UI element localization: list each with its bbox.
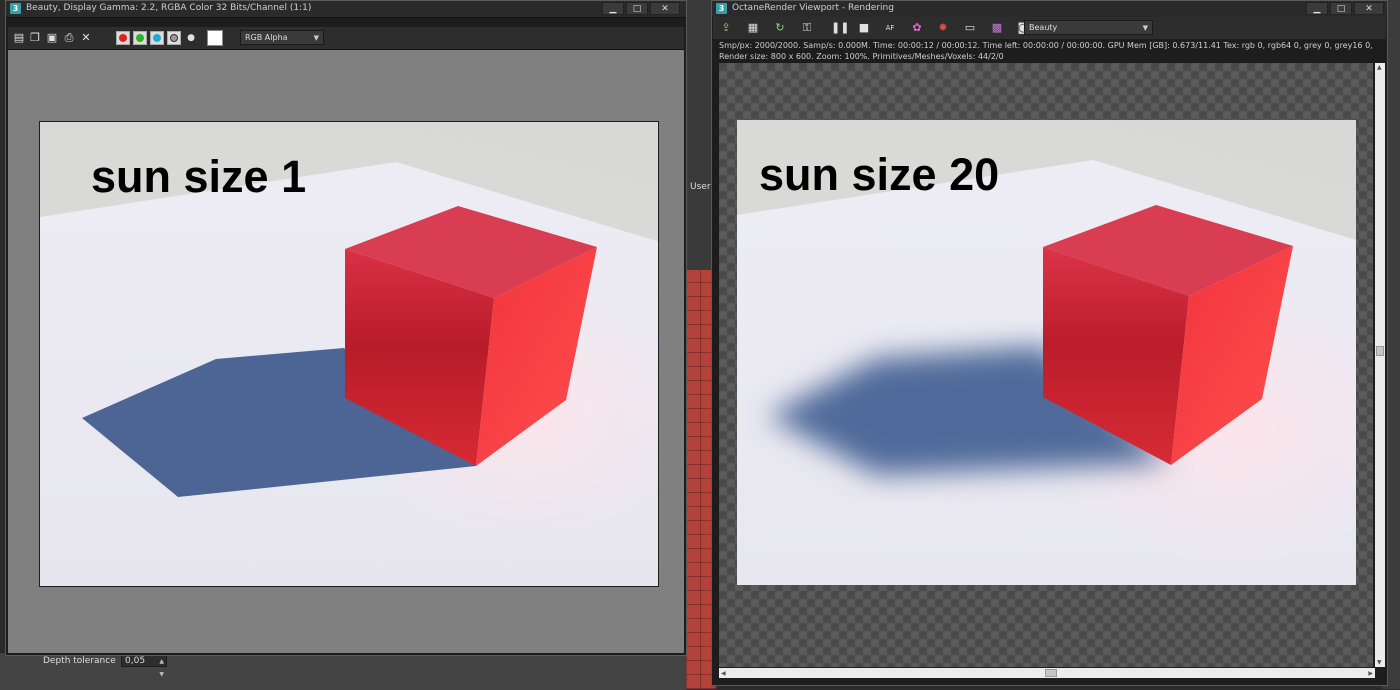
title-bar[interactable]: 3 OctaneRender Viewport - Rendering ▁ □ … (712, 1, 1387, 18)
print-icon[interactable]: ⎙ (62, 31, 76, 45)
red-channel-button[interactable] (116, 31, 130, 45)
pause-icon[interactable]: ❚❚ (831, 21, 849, 35)
app-icon: 3 (716, 3, 727, 14)
title-bar[interactable]: 3 Beauty, Display Gamma: 2.2, RGBA Color… (6, 1, 686, 18)
status-line-1: Smp/px: 2000/2000. Samp/s: 0.000M. Time:… (719, 41, 1373, 50)
rebuild-icon[interactable]: ▦ (746, 21, 760, 35)
mono-channel-button[interactable] (167, 31, 181, 45)
region-icon[interactable]: ✸ (936, 21, 950, 35)
minimize-icon: ▁ (1313, 4, 1321, 14)
clone-icon[interactable]: ▣ (45, 31, 59, 45)
save-icon[interactable]: ▤ (12, 31, 26, 45)
af-icon[interactable]: AF (883, 21, 897, 35)
close-button[interactable]: ✕ (650, 2, 680, 15)
pass-select[interactable]: Beauty ▼ (1024, 20, 1153, 35)
window-frame-top (6, 18, 686, 27)
render-image: sun size 20 (737, 120, 1356, 585)
frame-buffer-canvas: sun size 1 (8, 50, 684, 653)
green-channel-icon (136, 34, 144, 42)
pass-select-value: Beauty (1029, 23, 1058, 32)
green-channel-button[interactable] (133, 31, 147, 45)
app-icon: 3 (10, 3, 21, 14)
channel-select-value: RGB Alpha (245, 33, 288, 42)
scrollbar-thumb[interactable] (1045, 669, 1057, 677)
vertical-scrollbar[interactable]: ▲ ▼ (1375, 63, 1385, 667)
close-button[interactable]: ✕ (1354, 2, 1384, 15)
horizontal-scrollbar[interactable]: ◀ ▶ (719, 668, 1375, 678)
depth-tolerance-value: 0,05 (125, 656, 146, 666)
chevron-down-icon: ▼ (1142, 24, 1148, 32)
minimize-button[interactable]: ▁ (602, 2, 624, 15)
maximize-button[interactable]: □ (626, 2, 648, 15)
copy-icon[interactable]: ❐ (28, 31, 42, 45)
status-line-2: Render size: 800 x 600. Zoom: 100%. Prim… (719, 52, 1004, 61)
lock-icon[interactable]: ⚿ (800, 21, 814, 35)
settings-icon[interactable]: ▭ (963, 21, 977, 35)
send-scene-icon[interactable]: ⇪ (719, 21, 733, 35)
octane-toolbar: ⇪ ▦ ↻ ⚿ ❚❚ ■ AF ✿ ✸ ▭ ▩ ◙ Beauty ▼ (713, 17, 1386, 39)
clear-icon[interactable]: ✕ (79, 31, 93, 45)
maximize-icon: □ (632, 4, 642, 14)
viewport-label[interactable]: User (690, 182, 711, 192)
depth-tolerance-label: Depth tolerance (43, 656, 116, 666)
blue-channel-icon (153, 34, 161, 42)
render-caption: sun size 1 (91, 151, 307, 202)
restart-icon[interactable]: ↻ (773, 21, 787, 35)
maximize-icon: □ (1336, 4, 1346, 14)
spinner-arrows-icon[interactable]: ▲ ▼ (159, 655, 164, 681)
render-caption: sun size 20 (759, 149, 1000, 200)
scroll-up-icon[interactable]: ▲ (1377, 64, 1382, 71)
scroll-right-icon[interactable]: ▶ (1368, 670, 1373, 677)
scrollbar-thumb[interactable] (1376, 346, 1384, 356)
render-image: sun size 1 (39, 121, 659, 587)
window-title: Beauty, Display Gamma: 2.2, RGBA Color 3… (26, 3, 312, 13)
frame-buffer-toolbar: ▤ ❐ ▣ ⎙ ✕ ● RGB Alpha ▼ (8, 27, 684, 50)
color-icon[interactable]: ✿ (910, 21, 924, 35)
palette-icon[interactable]: ▩ (990, 21, 1004, 35)
render-statistics: Smp/px: 2000/2000. Samp/s: 0.000M. Time:… (719, 40, 1379, 62)
window-title: OctaneRender Viewport - Rendering (732, 3, 894, 13)
octane-viewport-canvas[interactable]: sun size 20 (719, 63, 1373, 667)
background-color-swatch[interactable] (207, 30, 223, 46)
blue-channel-button[interactable] (150, 31, 164, 45)
alpha-dot-icon[interactable]: ● (184, 31, 198, 45)
octane-viewport-window: 3 OctaneRender Viewport - Rendering ▁ □ … (711, 0, 1388, 686)
stop-icon[interactable]: ■ (857, 21, 871, 35)
channel-select[interactable]: RGB Alpha ▼ (240, 30, 324, 45)
maximize-button[interactable]: □ (1330, 2, 1352, 15)
scroll-left-icon[interactable]: ◀ (721, 670, 726, 677)
scroll-down-icon[interactable]: ▼ (1377, 659, 1382, 666)
frame-buffer-window: 3 Beauty, Display Gamma: 2.2, RGBA Color… (5, 0, 687, 656)
mono-channel-icon (170, 34, 178, 42)
chevron-down-icon: ▼ (313, 34, 319, 42)
close-icon: ✕ (661, 4, 669, 14)
red-channel-icon (119, 34, 127, 42)
minimize-button[interactable]: ▁ (1306, 2, 1328, 15)
minimize-icon: ▁ (609, 4, 617, 14)
close-icon: ✕ (1365, 4, 1373, 14)
